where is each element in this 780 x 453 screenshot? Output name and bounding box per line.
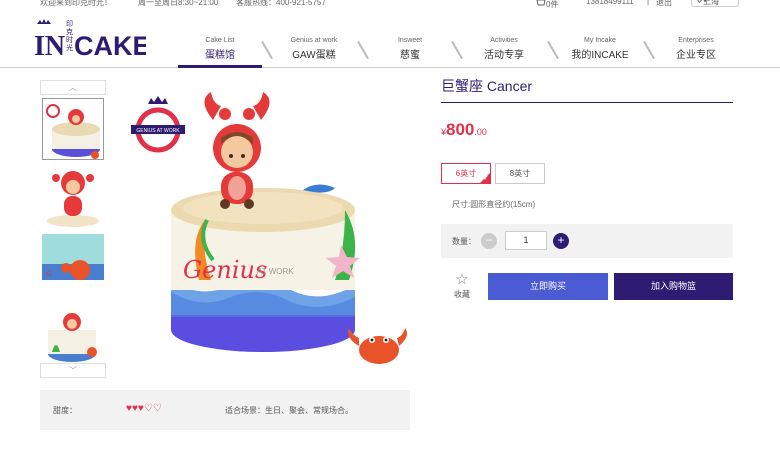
favorite-label: 收藏 bbox=[454, 290, 470, 299]
separator: | bbox=[647, 0, 650, 6]
product-price: ¥800.00 bbox=[441, 120, 487, 140]
size-label: 6英寸 bbox=[455, 169, 477, 178]
city-selector[interactable]: 上海 ▾ bbox=[691, 0, 739, 7]
thumbnail-4[interactable] bbox=[42, 302, 104, 364]
sweetness-hearts: ♥♥♥♡♡ bbox=[126, 403, 162, 414]
quantity-input[interactable]: 1 bbox=[505, 231, 547, 250]
size-note: 尺寸:圆形直径约(15cm) bbox=[452, 200, 536, 209]
logo-cake-text: CAKE bbox=[74, 31, 146, 60]
product-info-bar: 甜度： ♥♥♥♡♡ 适合场景：生日、聚会、常规场合。 bbox=[40, 390, 410, 430]
nav-en-label: Enterprises bbox=[678, 37, 714, 44]
cake-thumbnail: G bbox=[42, 234, 104, 296]
nav-activities[interactable]: Activities 活动专享 bbox=[462, 34, 546, 68]
product-main-image[interactable]: Genius AT WORK GENIUS AT WORK bbox=[113, 80, 410, 377]
quantity-row: 数量： − 1 + bbox=[441, 224, 733, 258]
logo-cn-text: 印克时光 bbox=[66, 20, 73, 52]
star-icon: ☆ bbox=[455, 271, 469, 288]
favorite-button[interactable]: ☆ 收藏 bbox=[449, 272, 475, 302]
welcome-text: 欢迎来到印克时光！ bbox=[40, 0, 112, 7]
chevron-down-icon: ﹀ bbox=[69, 366, 77, 375]
nav-en-label: Activities bbox=[490, 37, 518, 44]
nav-en-label: Cake List bbox=[205, 37, 235, 44]
logout-link[interactable]: 退出 bbox=[656, 0, 672, 8]
site-header: IN CAKE 印克时光 Cake List 蛋糕馆 Genius at wor… bbox=[0, 10, 780, 68]
price-integer: 800 bbox=[446, 120, 475, 139]
badge-text: GENIUS AT WORK bbox=[136, 128, 180, 134]
cake-thumbnail bbox=[42, 302, 104, 364]
nav-my-incake[interactable]: My Incake 我的INCAKE bbox=[558, 34, 642, 68]
thumbnail-strip: ︿ G ﹀ bbox=[40, 80, 106, 378]
thumb-up-button[interactable]: ︿ bbox=[40, 80, 106, 95]
quantity-label: 数量： bbox=[452, 237, 476, 246]
service-hours: 周一至周日8:30~21:00 bbox=[138, 0, 219, 7]
cake-at-work-text: AT WORK bbox=[257, 267, 294, 276]
logo-image: IN CAKE 印克时光 bbox=[34, 19, 151, 62]
nav-cn-label: GAW蛋糕 bbox=[292, 50, 336, 61]
nav-insweet[interactable]: Insweet 慈蜜 bbox=[368, 34, 452, 68]
logo-in-text: IN bbox=[34, 31, 65, 60]
increase-quantity-button[interactable]: + bbox=[553, 233, 569, 249]
cake-thumbnail bbox=[42, 166, 104, 228]
cart-link[interactable]: 0件 bbox=[536, 0, 558, 9]
size-option-6-inch[interactable]: 6英寸 ✓ bbox=[441, 163, 491, 184]
nav-cn-label: 慈蜜 bbox=[400, 50, 420, 61]
size-option-8-inch[interactable]: 8英寸 bbox=[495, 163, 545, 184]
buy-now-button[interactable]: 立即购买 bbox=[488, 273, 608, 300]
product-title: 巨蟹座 Cancer bbox=[441, 78, 533, 94]
decrease-quantity-button[interactable]: − bbox=[481, 233, 497, 249]
cart-count: 0件 bbox=[546, 0, 559, 9]
location-pin-icon bbox=[697, 0, 702, 4]
nav-cn-label: 我的INCAKE bbox=[571, 50, 629, 61]
thumbnail-3[interactable]: G bbox=[42, 234, 104, 296]
thumbnail-1[interactable] bbox=[42, 98, 104, 160]
hotline: 客服热线：400-921-5757 bbox=[236, 0, 326, 7]
incake-logo[interactable]: IN CAKE 印克时光 bbox=[34, 16, 151, 62]
user-phone[interactable]: 13818499111 bbox=[586, 0, 634, 6]
thumbnail-2[interactable] bbox=[42, 166, 104, 228]
thumb-down-button[interactable]: ﹀ bbox=[40, 363, 106, 378]
nav-cn-label: 活动专享 bbox=[484, 50, 524, 61]
check-icon: ✓ bbox=[483, 175, 489, 182]
chevron-up-icon: ︿ bbox=[69, 83, 77, 92]
nav-cn-label: 企业专区 bbox=[676, 50, 716, 61]
nav-enterprises[interactable]: Enterprises 企业专区 bbox=[654, 34, 738, 68]
nav-gaw[interactable]: Genius at work GAW蛋糕 bbox=[272, 34, 356, 68]
svg-text:G: G bbox=[46, 270, 52, 278]
nav-en-label: Insweet bbox=[397, 37, 423, 44]
cake-script-text: Genius bbox=[183, 256, 267, 284]
nav-cake-list[interactable]: Cake List 蛋糕馆 bbox=[178, 34, 262, 68]
nav-cn-label: 蛋糕馆 bbox=[205, 50, 235, 61]
size-label: 8英寸 bbox=[509, 169, 531, 178]
cake-image: Genius AT WORK GENIUS AT WORK bbox=[113, 80, 410, 377]
add-to-cart-button[interactable]: 加入购物篮 bbox=[614, 273, 733, 300]
chevron-down-icon: ▾ bbox=[703, 0, 708, 5]
price-decimal: .00 bbox=[474, 127, 487, 137]
top-bar: 欢迎来到印克时光！ 周一至周日8:30~21:00 客服热线：400-921-5… bbox=[0, 0, 780, 9]
nav-en-label: Genius at work bbox=[290, 37, 338, 44]
occasion-text: 适合场景：生日、聚会、常规场合。 bbox=[225, 406, 353, 415]
nav-en-label: My Incake bbox=[584, 37, 616, 44]
title-divider bbox=[441, 102, 733, 103]
sweetness-label: 甜度： bbox=[53, 406, 77, 415]
cake-thumbnail bbox=[43, 99, 103, 159]
basket-icon bbox=[536, 0, 546, 6]
